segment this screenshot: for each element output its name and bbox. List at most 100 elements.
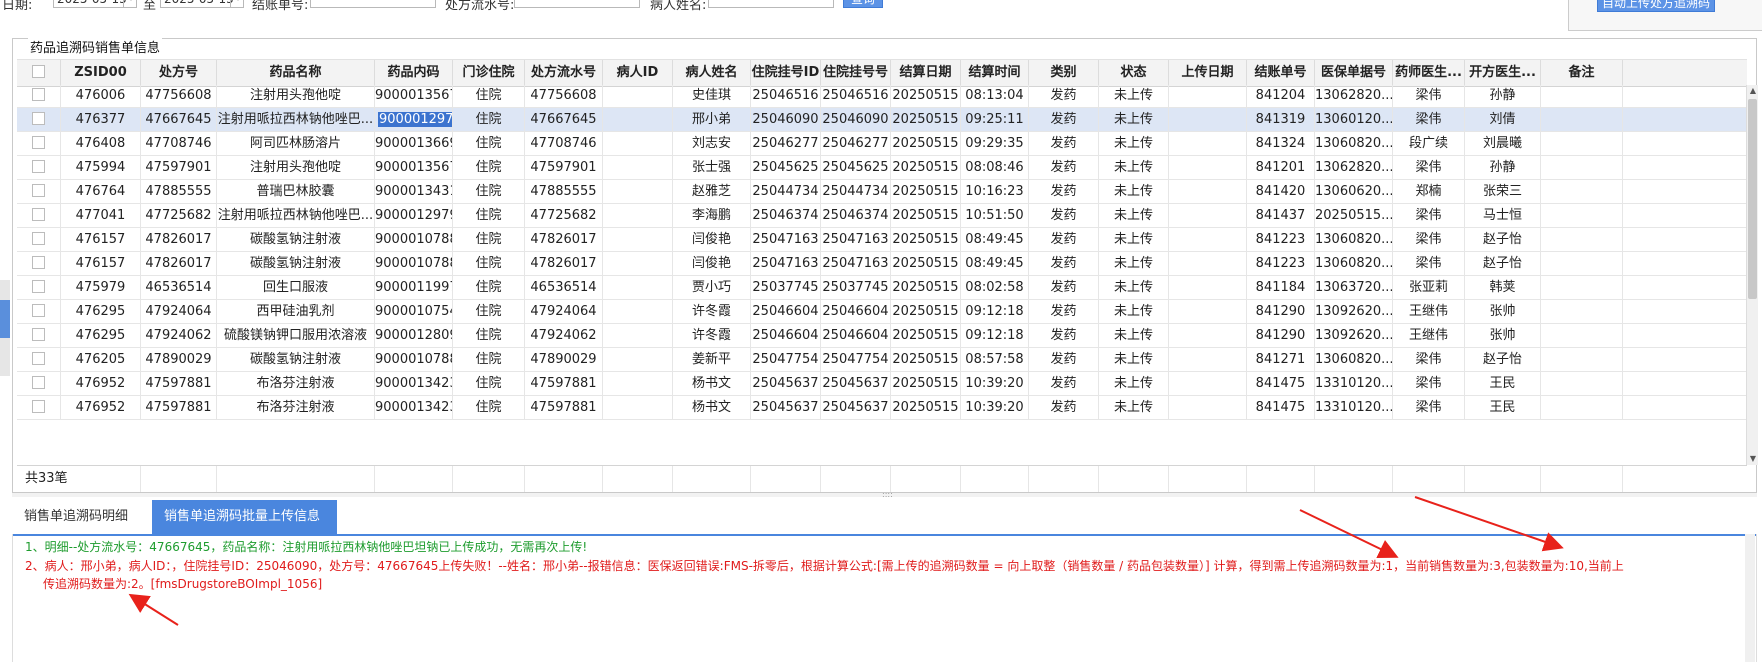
table-cell[interactable] [1169, 180, 1247, 204]
table-cell[interactable]: 47885555 [141, 180, 217, 204]
table-cell[interactable] [1541, 372, 1623, 396]
table-cell[interactable]: 841420 [1247, 180, 1315, 204]
table-cell[interactable]: 刘志安 [673, 132, 751, 156]
table-cell[interactable]: 杨书文 [673, 372, 751, 396]
column-header[interactable]: 开方医生... [1465, 60, 1541, 86]
table-row[interactable]: 477041 47725682 注射用哌拉西林钠他唑巴... 9000012979 住院… [17, 204, 1747, 228]
table-cell[interactable]: 未上传 [1099, 348, 1169, 372]
calendar-icon[interactable]: ▾ [230, 0, 245, 8]
table-cell[interactable]: 841223 [1247, 228, 1315, 252]
table-cell[interactable]: 476952 [61, 396, 141, 420]
table-cell[interactable] [1169, 300, 1247, 324]
checkbox-icon[interactable] [32, 376, 45, 389]
table-cell[interactable]: 476157 [61, 252, 141, 276]
table-cell[interactable]: 发药 [1029, 132, 1099, 156]
column-header[interactable]: 病人ID [603, 60, 673, 86]
table-cell[interactable]: 476295 [61, 300, 141, 324]
splitter-grip-icon[interactable]: :::: [882, 491, 893, 499]
table-cell[interactable]: 住院 [453, 348, 525, 372]
table-cell[interactable]: 13063720... [1315, 276, 1393, 300]
table-cell[interactable]: 未上传 [1099, 372, 1169, 396]
table-cell[interactable]: 闫俊艳 [673, 252, 751, 276]
table-cell[interactable]: 46536514 [141, 276, 217, 300]
row-checkbox-cell[interactable] [17, 180, 61, 204]
table-row[interactable]: 47637747667645注射用哌拉西林钠他唑巴...9000012979住院… [17, 108, 1747, 132]
table-cell[interactable]: 25045625 [751, 156, 821, 180]
table-cell[interactable] [1169, 204, 1247, 228]
table-cell[interactable]: 47667645 [141, 108, 217, 132]
table-cell[interactable]: 47826017 [525, 228, 603, 252]
table-cell[interactable] [603, 252, 673, 276]
table-cell[interactable]: 郑楠 [1393, 180, 1465, 204]
table-cell[interactable]: 未上传 [1099, 276, 1169, 300]
row-checkbox-cell[interactable] [17, 85, 61, 108]
table-cell[interactable]: 47826017 [141, 252, 217, 276]
table-cell[interactable]: 476377 [61, 108, 141, 132]
select-all-checkbox[interactable] [17, 60, 61, 86]
checkbox-icon[interactable] [32, 184, 45, 197]
table-cell[interactable]: 赵子怡 [1465, 348, 1541, 372]
checkbox-icon[interactable] [32, 160, 45, 173]
row-checkbox-cell[interactable] [17, 156, 61, 180]
table-cell[interactable]: 25047163 [821, 228, 891, 252]
table-cell[interactable]: 25046277 [821, 132, 891, 156]
table-cell[interactable] [603, 348, 673, 372]
checkbox-icon[interactable] [32, 65, 45, 78]
table-cell[interactable]: 姜新平 [673, 348, 751, 372]
table-cell[interactable]: 13060820... [1315, 348, 1393, 372]
column-header[interactable]: 结账单号 [1247, 60, 1315, 86]
table-cell[interactable]: 9000013423 [375, 396, 453, 420]
table-cell[interactable]: 王民 [1465, 396, 1541, 420]
table-cell[interactable]: 段广续 [1393, 132, 1465, 156]
column-header[interactable]: 状态 [1099, 60, 1169, 86]
table-cell[interactable]: 9000013431 [375, 180, 453, 204]
table-cell[interactable]: 25045637 [821, 396, 891, 420]
table-cell[interactable] [1169, 324, 1247, 348]
table-cell[interactable] [1541, 396, 1623, 420]
table-cell[interactable]: 闫俊艳 [673, 228, 751, 252]
table-cell[interactable] [603, 156, 673, 180]
table-row[interactable]: 476295 47924062 硫酸镁钠钾口服用浓溶液 9000012809 住院 479… [17, 324, 1747, 348]
table-cell[interactable]: 9000013567 [375, 156, 453, 180]
table-cell[interactable]: 发药 [1029, 348, 1099, 372]
table-cell[interactable]: 李海鹏 [673, 204, 751, 228]
table-cell[interactable]: 13062820... [1315, 85, 1393, 108]
checkbox-icon[interactable] [32, 256, 45, 269]
table-cell[interactable]: 09:12:18 [961, 324, 1029, 348]
table-cell[interactable]: 475994 [61, 156, 141, 180]
left-edge-tab[interactable] [0, 300, 10, 338]
table-cell[interactable]: 普瑞巴林胶囊 [217, 180, 375, 204]
table-row[interactable]: 476952 47597881 布洛芬注射液 9000013423 住院 47597881… [17, 396, 1747, 420]
table-cell[interactable]: 住院 [453, 396, 525, 420]
table-cell[interactable]: 08:49:45 [961, 252, 1029, 276]
table-cell[interactable]: 25046516 [751, 85, 821, 108]
table-cell[interactable]: 梁伟 [1393, 108, 1465, 132]
table-cell[interactable] [1541, 132, 1623, 156]
table-cell[interactable] [1169, 372, 1247, 396]
table-cell[interactable]: 25046090 [821, 108, 891, 132]
table-cell[interactable]: 47826017 [141, 228, 217, 252]
table-cell[interactable] [1169, 132, 1247, 156]
column-header[interactable]: ZSID00 [61, 60, 141, 86]
table-cell[interactable]: 张荣三 [1465, 180, 1541, 204]
table-cell[interactable]: 841271 [1247, 348, 1315, 372]
table-cell[interactable]: 未上传 [1099, 252, 1169, 276]
table-cell[interactable]: 13060120... [1315, 108, 1393, 132]
table-cell[interactable]: 发药 [1029, 228, 1099, 252]
table-cell[interactable]: 住院 [453, 324, 525, 348]
table-cell[interactable]: 841437 [1247, 204, 1315, 228]
patient-name-input[interactable] [708, 0, 834, 8]
table-cell[interactable]: 许冬霞 [673, 324, 751, 348]
table-cell[interactable]: 10:39:20 [961, 396, 1029, 420]
table-cell[interactable]: 9000013567 [375, 85, 453, 108]
scroll-thumb[interactable] [1748, 99, 1757, 299]
table-cell[interactable]: 硫酸镁钠钾口服用浓溶液 [217, 324, 375, 348]
table-cell[interactable]: 张亚莉 [1393, 276, 1465, 300]
table-cell[interactable]: 25045637 [751, 396, 821, 420]
table-cell[interactable]: 发药 [1029, 396, 1099, 420]
table-cell[interactable]: 20250515 [891, 372, 961, 396]
table-cell[interactable]: 476157 [61, 228, 141, 252]
table-cell[interactable] [1169, 396, 1247, 420]
table-cell[interactable]: 碳酸氢钠注射液 [217, 348, 375, 372]
column-header[interactable]: 结算时间 [961, 60, 1029, 86]
